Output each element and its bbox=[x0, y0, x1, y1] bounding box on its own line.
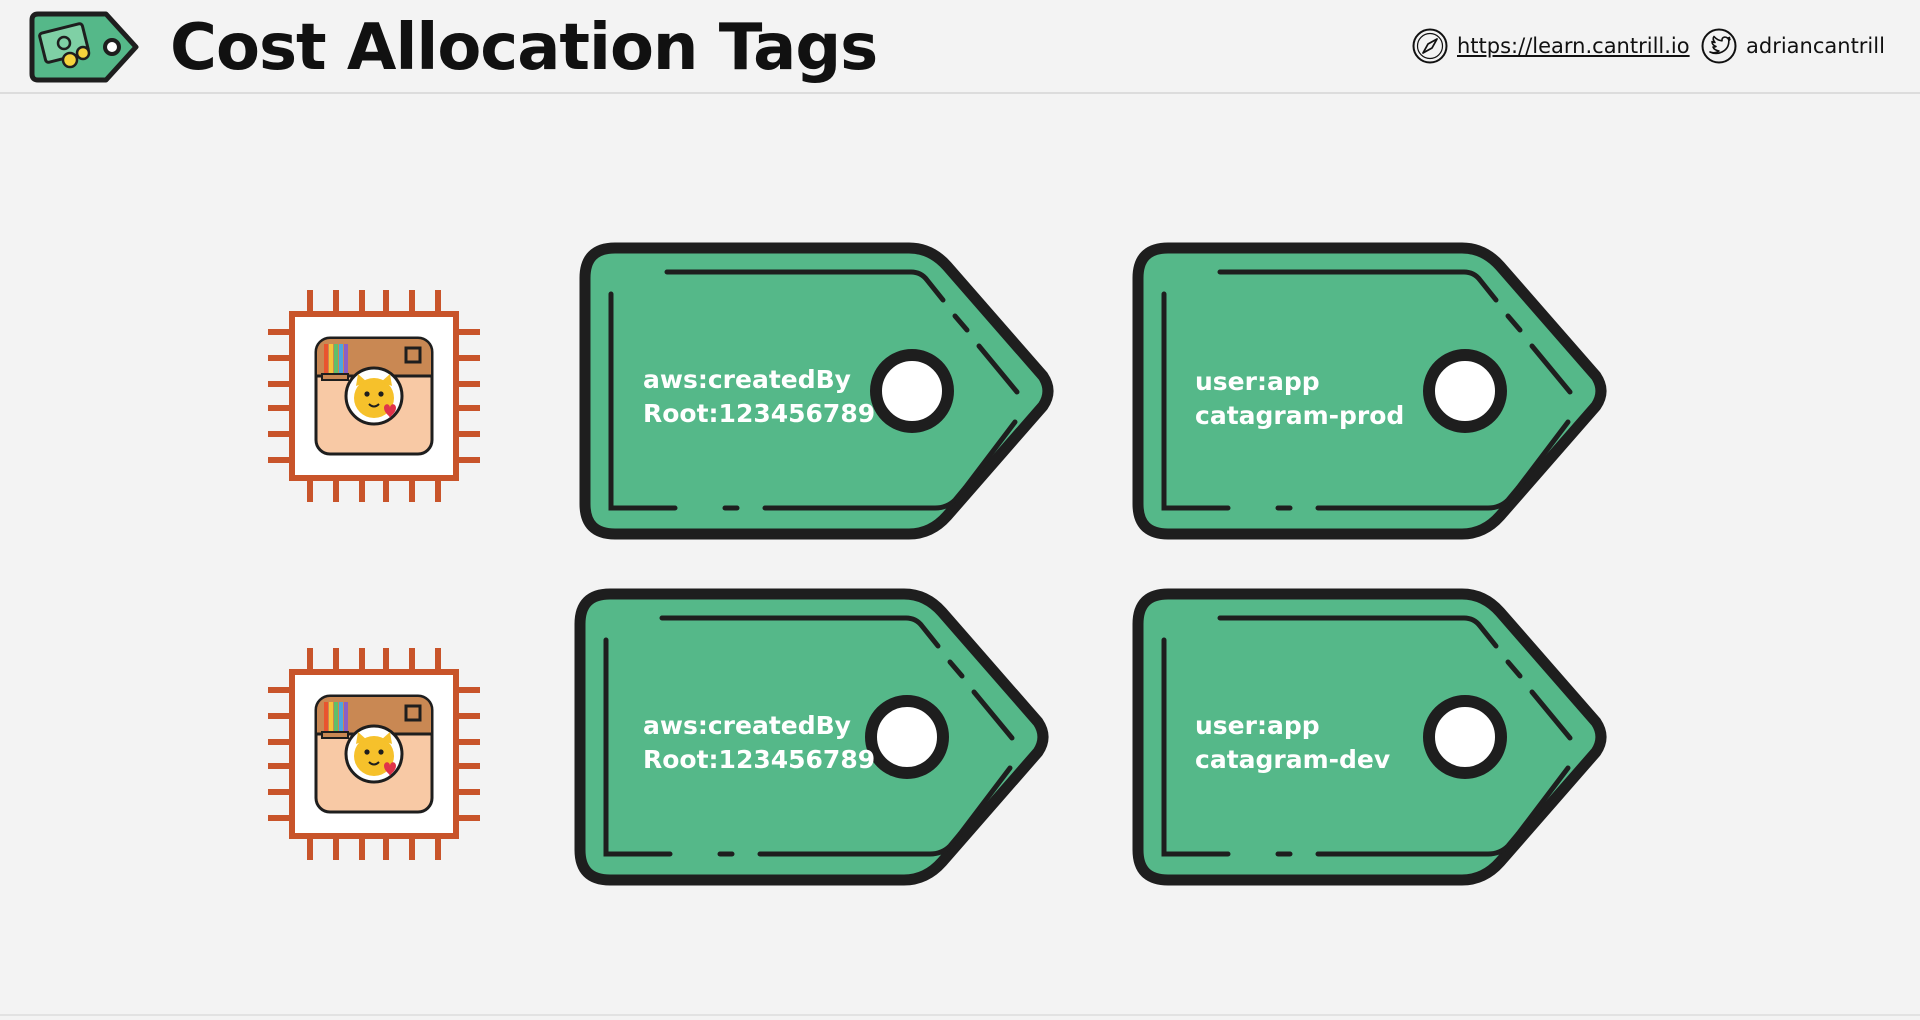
compass-icon bbox=[1412, 28, 1448, 64]
slide-header: Cost Allocation Tags https://learn.cantr… bbox=[0, 0, 1920, 94]
price-tag-money-icon bbox=[29, 11, 139, 83]
tag-label: user:app catagram-prod bbox=[1195, 365, 1404, 433]
ec2-instance-catagram-icon bbox=[268, 648, 480, 860]
twitter-handle[interactable]: adriancantrill bbox=[1746, 34, 1885, 58]
tag-key: aws:createdBy bbox=[643, 711, 851, 740]
tag-label: aws:createdBy Root:123456789 bbox=[643, 363, 875, 431]
tag-label: aws:createdBy Root:123456789 bbox=[643, 709, 875, 777]
twitter-bird-icon bbox=[1701, 28, 1737, 64]
tag-key: user:app bbox=[1195, 711, 1320, 740]
website-link[interactable]: https://learn.cantrill.io bbox=[1411, 26, 1690, 66]
tag-label: user:app catagram-dev bbox=[1195, 709, 1390, 777]
website-url[interactable]: https://learn.cantrill.io bbox=[1457, 34, 1690, 58]
tag-value: catagram-dev bbox=[1195, 745, 1391, 774]
twitter-link[interactable]: adriancantrill bbox=[1700, 26, 1885, 66]
tag-key: user:app bbox=[1195, 367, 1320, 396]
slide-title: Cost Allocation Tags bbox=[170, 11, 878, 85]
ec2-instance-catagram-icon bbox=[268, 290, 480, 502]
tag-key: aws:createdBy bbox=[643, 365, 851, 394]
tag-value: catagram-prod bbox=[1195, 401, 1405, 430]
tag-value: Root:123456789 bbox=[643, 399, 876, 428]
tag-value: Root:123456789 bbox=[643, 745, 876, 774]
footer-divider bbox=[0, 1014, 1920, 1016]
